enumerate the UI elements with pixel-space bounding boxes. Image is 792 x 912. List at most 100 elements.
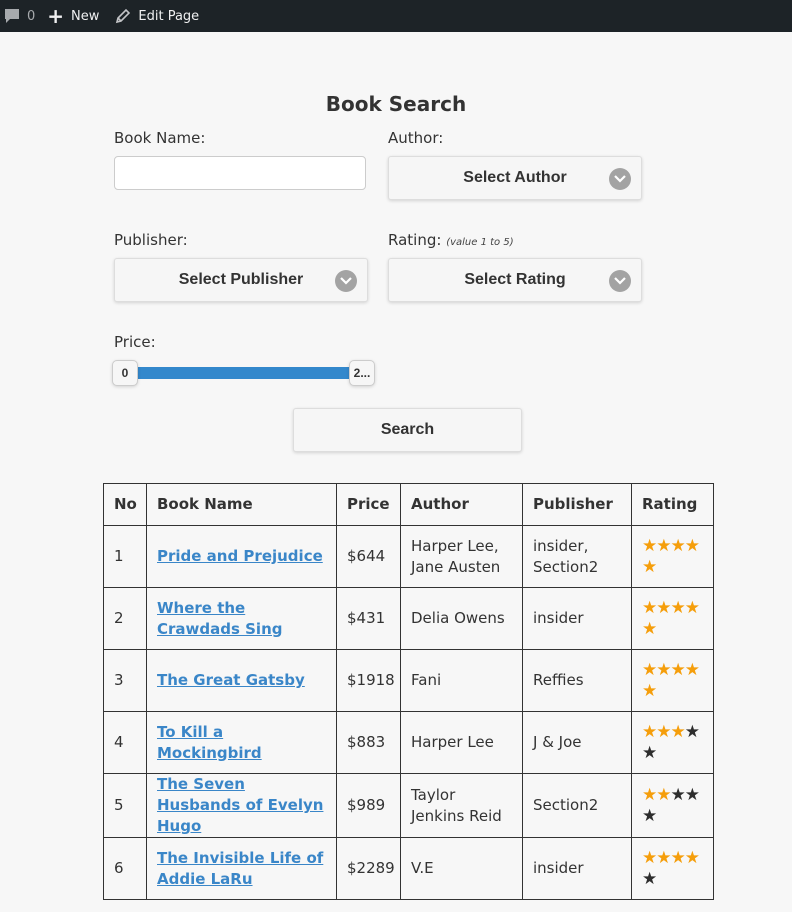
rating-hint: (value 1 to 5) [446, 237, 514, 248]
table-row: 1 Pride and Prejudice $644 Harper Lee, Jane… [103, 525, 714, 588]
table-header-row: No Book Name Price Author Publisher Rati… [103, 483, 714, 526]
publisher-select-label: Select Publisher [178, 271, 304, 288]
cell-rating: ★★★★ ★ [631, 525, 714, 588]
star-empty-icon: ★ [684, 784, 700, 805]
cell-no: 4 [103, 711, 147, 774]
author-select-label: Select Author [463, 169, 567, 186]
cell-price: $644 [336, 525, 401, 588]
star-filled-icon: ★ [656, 659, 671, 680]
header-price: Price [336, 483, 401, 526]
comment-bubble-icon [3, 7, 21, 25]
star-filled-icon: ★ [642, 784, 657, 805]
price-label: Price: [114, 333, 156, 351]
header-rating: Rating [631, 483, 714, 526]
cell-publisher: insider, Section2 [522, 525, 632, 588]
comments-link[interactable]: 0 [0, 0, 47, 32]
book-link[interactable]: The Seven Husbands of Evelyn Hugo [157, 775, 323, 835]
cell-no: 1 [103, 525, 147, 588]
star-filled-icon: ★ [656, 847, 671, 868]
cell-rating: ★★★★ ★ [631, 773, 714, 838]
book-name-input[interactable] [114, 156, 366, 190]
book-name-label: Book Name: [114, 129, 206, 147]
edit-page-link[interactable]: Edit Page [115, 0, 199, 32]
header-author: Author [400, 483, 523, 526]
book-link[interactable]: The Invisible Life of Addie LaRu [157, 849, 323, 888]
header-book-name: Book Name [146, 483, 337, 526]
chevron-down-icon [335, 270, 357, 292]
rating-select[interactable]: Select Rating [388, 258, 642, 302]
star-empty-icon: ★ [642, 742, 657, 763]
cell-author: Taylor Jenkins Reid [400, 773, 523, 838]
cell-publisher: insider [522, 837, 632, 900]
star-filled-icon: ★ [656, 535, 671, 556]
book-link[interactable]: To Kill a Mockingbird [157, 723, 262, 762]
cell-book-name: The Great Gatsby [146, 649, 337, 712]
rating-select-label: Select Rating [464, 271, 566, 288]
rating-stars: ★★★★ ★ [642, 660, 703, 702]
cell-publisher: Reffies [522, 649, 632, 712]
cell-book-name: The Seven Husbands of Evelyn Hugo [146, 773, 337, 838]
star-filled-icon: ★ [684, 597, 700, 618]
header-no: No [103, 483, 147, 526]
cell-price: $2289 [336, 837, 401, 900]
price-max-handle[interactable]: 2... [349, 360, 375, 386]
cell-author: V.E [400, 837, 523, 900]
cell-no: 5 [103, 773, 147, 838]
book-link[interactable]: Pride and Prejudice [157, 547, 323, 565]
book-link[interactable]: The Great Gatsby [157, 671, 305, 689]
cell-publisher: Section2 [522, 773, 632, 838]
star-filled-icon: ★ [670, 535, 686, 556]
rating-stars: ★★★★ ★ [642, 536, 703, 578]
star-filled-icon: ★ [684, 659, 700, 680]
cell-book-name: To Kill a Mockingbird [146, 711, 337, 774]
star-filled-icon: ★ [642, 556, 657, 577]
cell-no: 2 [103, 587, 147, 650]
author-label: Author: [388, 129, 444, 147]
table-row: 6 The Invisible Life of Addie LaRu $2289 V.… [103, 837, 714, 900]
cell-no: 6 [103, 837, 147, 900]
pencil-icon [115, 8, 131, 24]
rating-label: Rating: [388, 231, 442, 249]
star-filled-icon: ★ [656, 784, 671, 805]
cell-book-name: The Invisible Life of Addie LaRu [146, 837, 337, 900]
book-link[interactable]: Where the Crawdads Sing [157, 599, 283, 638]
publisher-select[interactable]: Select Publisher [114, 258, 368, 302]
cell-price: $883 [336, 711, 401, 774]
cell-publisher: insider [522, 587, 632, 650]
star-filled-icon: ★ [684, 535, 700, 556]
star-empty-icon: ★ [684, 721, 700, 742]
new-content-link[interactable]: + New [47, 0, 115, 32]
star-filled-icon: ★ [670, 659, 686, 680]
search-button[interactable]: Search [293, 408, 522, 452]
cell-price: $1918 [336, 649, 401, 712]
page-title: Book Search [325, 92, 467, 116]
price-range-track[interactable] [126, 367, 362, 379]
star-empty-icon: ★ [642, 805, 657, 826]
chevron-down-icon [609, 168, 631, 190]
star-filled-icon: ★ [670, 721, 686, 742]
price-min-handle[interactable]: 0 [112, 360, 138, 386]
star-filled-icon: ★ [642, 535, 657, 556]
rating-label-group: Rating: (value 1 to 5) [388, 231, 514, 249]
cell-rating: ★★★★ ★ [631, 587, 714, 650]
header-publisher: Publisher [522, 483, 632, 526]
cell-rating: ★★★★ ★ [631, 711, 714, 774]
cell-price: $431 [336, 587, 401, 650]
star-empty-icon: ★ [670, 784, 686, 805]
cell-book-name: Pride and Prejudice [146, 525, 337, 588]
star-filled-icon: ★ [670, 597, 686, 618]
rating-stars: ★★★★ ★ [642, 785, 703, 827]
edit-page-label: Edit Page [138, 8, 200, 24]
cell-publisher: J & Joe [522, 711, 632, 774]
table-row: 2 Where the Crawdads Sing $431 Delia Owens i… [103, 587, 714, 650]
cell-book-name: Where the Crawdads Sing [146, 587, 337, 650]
cell-no: 3 [103, 649, 147, 712]
star-empty-icon: ★ [642, 868, 657, 889]
books-table: No Book Name Price Author Publisher Rati… [103, 483, 714, 900]
star-filled-icon: ★ [684, 847, 700, 868]
author-select[interactable]: Select Author [388, 156, 642, 200]
table-row: 4 To Kill a Mockingbird $883 Harper Lee J & … [103, 711, 714, 774]
publisher-label: Publisher: [114, 231, 188, 249]
cell-author: Harper Lee [400, 711, 523, 774]
comment-count: 0 [27, 8, 36, 24]
